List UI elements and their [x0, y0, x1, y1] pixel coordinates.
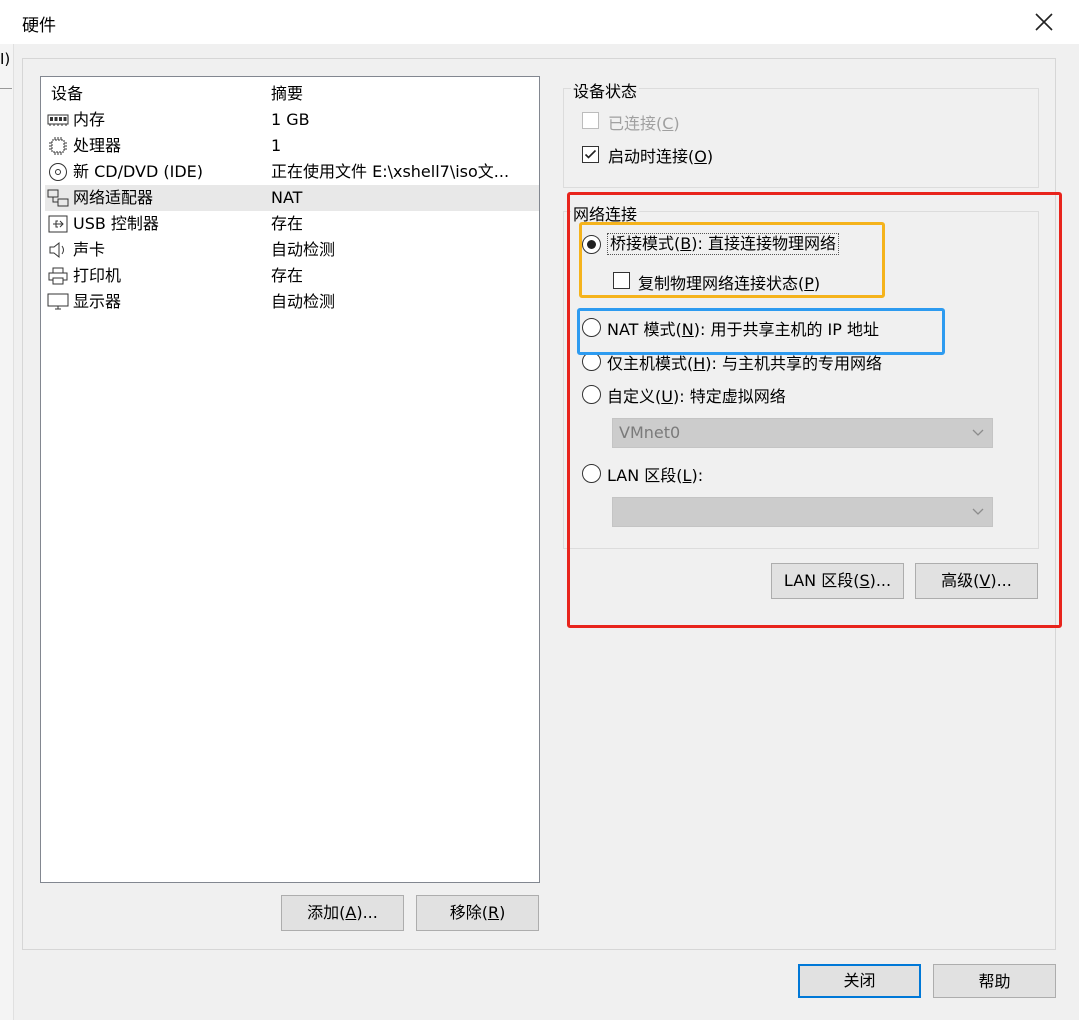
device-row-cd-dvd[interactable]: 新 CD/DVD (IDE) 正在使用文件 E:\xshell7\iso文...	[45, 159, 539, 185]
memory-icon	[47, 111, 69, 129]
close-icon[interactable]	[1028, 6, 1060, 38]
device-name: 声卡	[73, 240, 106, 259]
device-name: 处理器	[73, 136, 122, 155]
device-summary: 1	[271, 136, 282, 155]
device-name: 新 CD/DVD (IDE)	[73, 162, 203, 181]
header-summary: 摘要	[271, 84, 304, 103]
background-window-text: I)	[0, 50, 11, 68]
cpu-icon	[47, 137, 69, 155]
device-row-network-adapter[interactable]: 网络适配器 NAT	[45, 185, 539, 211]
help-button[interactable]: 帮助	[933, 964, 1056, 998]
device-row-memory[interactable]: 内存 1 GB	[45, 107, 539, 133]
device-summary: 自动检测	[271, 292, 336, 311]
device-status-group	[563, 88, 1039, 188]
close-button[interactable]: 关闭	[798, 964, 921, 998]
background-window-edge	[0, 44, 14, 1020]
header-device: 设备	[51, 84, 84, 103]
device-row-display[interactable]: 显示器 自动检测	[45, 289, 539, 315]
speaker-icon	[47, 241, 69, 259]
connect-at-power-on-checkbox[interactable]	[582, 146, 599, 163]
device-summary: 正在使用文件 E:\xshell7\iso文...	[271, 162, 510, 181]
device-summary: 存在	[271, 266, 304, 285]
connect-at-power-on-label: 启动时连接(O)	[608, 147, 714, 166]
printer-icon	[47, 267, 69, 285]
device-name: USB 控制器	[73, 214, 159, 233]
connected-label: 已连接(C)	[608, 114, 680, 133]
remove-device-button[interactable]: 移除(R)	[416, 895, 539, 931]
orange-highlight-box	[579, 222, 885, 298]
cd-icon	[47, 163, 69, 181]
add-device-button[interactable]: 添加(A)...	[281, 895, 404, 931]
title-bar	[0, 0, 1079, 44]
network-icon	[47, 189, 69, 207]
device-list[interactable]: 设备 摘要 内存 1 GB 处理器 1 新 CD/DVD (IDE) 正在使用文…	[40, 76, 540, 883]
background-divider	[0, 88, 12, 89]
device-status-title: 设备状态	[571, 78, 640, 102]
device-summary: 1 GB	[271, 110, 310, 129]
device-row-processor[interactable]: 处理器 1	[45, 133, 539, 159]
device-summary: 存在	[271, 214, 304, 233]
checkmark-icon	[584, 149, 597, 159]
connected-checkbox[interactable]	[582, 112, 599, 129]
device-summary: 自动检测	[271, 240, 336, 259]
device-row-sound[interactable]: 声卡 自动检测	[45, 237, 539, 263]
blue-highlight-box	[577, 308, 945, 355]
device-list-header: 设备 摘要	[45, 81, 539, 107]
device-row-printer[interactable]: 打印机 存在	[45, 263, 539, 289]
usb-icon	[47, 215, 69, 233]
device-summary: NAT	[271, 188, 303, 207]
monitor-icon	[47, 293, 69, 311]
device-name: 网络适配器	[73, 188, 154, 207]
window-title: 硬件	[22, 16, 56, 36]
device-name: 显示器	[73, 292, 122, 311]
device-row-usb[interactable]: USB 控制器 存在	[45, 211, 539, 237]
device-name: 打印机	[73, 266, 122, 285]
device-name: 内存	[73, 110, 106, 129]
